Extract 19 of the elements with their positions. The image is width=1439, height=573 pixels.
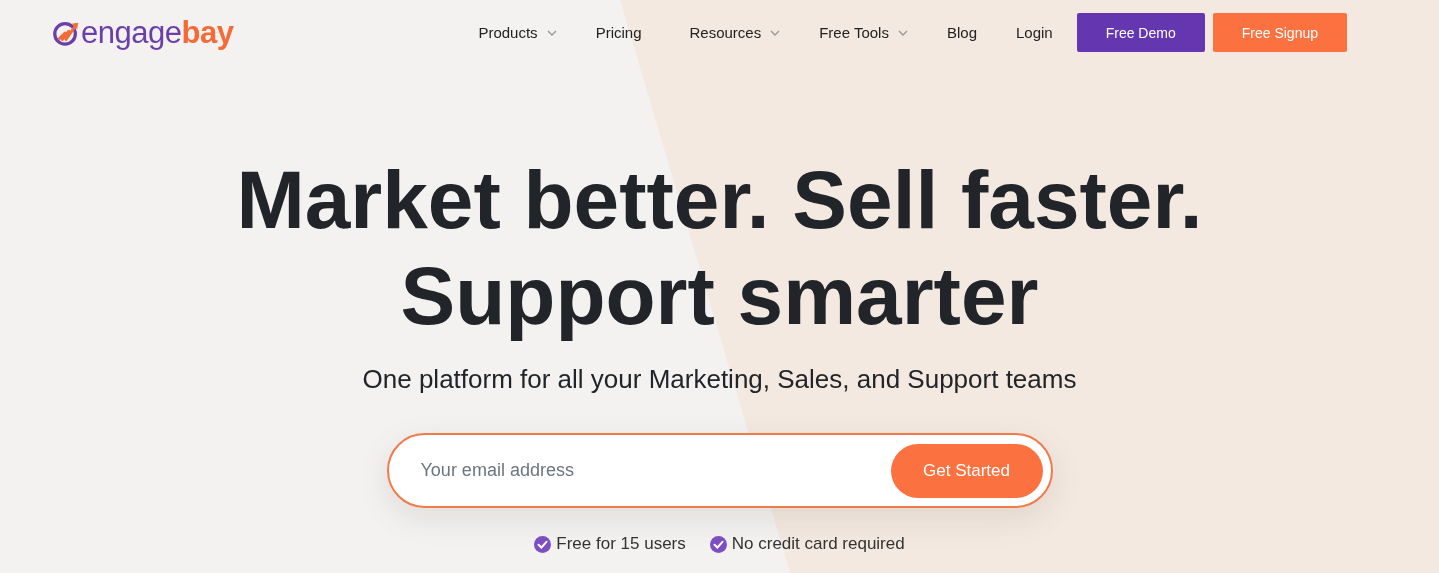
email-field[interactable]: Your email address bbox=[418, 459, 823, 482]
nav-dropdown[interactable]: Resources bbox=[689, 24, 781, 41]
headline: Market better. Sell faster. bbox=[236, 153, 1203, 247]
nav-dropdown[interactable]: Free Tools bbox=[819, 24, 908, 41]
chevron-down-icon bbox=[897, 29, 908, 36]
perk-text: No credit card required bbox=[731, 534, 905, 554]
chevron-down-icon bbox=[770, 29, 781, 36]
chevron-down-icon bbox=[546, 29, 557, 36]
nav-link[interactable]: Pricing bbox=[595, 24, 642, 41]
headline: Support smarter bbox=[400, 249, 1039, 343]
demo-button[interactable]: Free Demo bbox=[1076, 13, 1205, 52]
nav-link[interactable]: Blog bbox=[946, 24, 977, 41]
nav-dropdown[interactable]: Products bbox=[478, 24, 557, 41]
logo-wordmark[interactable]: engagebay bbox=[81, 17, 234, 48]
nav-link[interactable]: Login bbox=[1016, 24, 1053, 41]
subtitle: One platform for all your Marketing, Sales, and Support teams bbox=[362, 364, 1077, 395]
check-circle-icon bbox=[534, 535, 552, 553]
check-circle-icon bbox=[709, 535, 727, 553]
perk-text: Free for 15 users bbox=[556, 534, 686, 554]
